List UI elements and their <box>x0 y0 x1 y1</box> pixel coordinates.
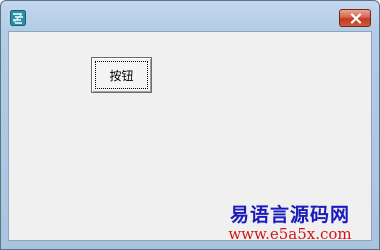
close-button[interactable] <box>339 9 371 27</box>
title-bar[interactable] <box>1 1 379 31</box>
watermark-title: 易语言源码网 <box>229 204 350 226</box>
push-button[interactable]: 按钮 <box>91 57 152 93</box>
close-icon <box>350 13 362 24</box>
button-label: 按钮 <box>109 68 134 83</box>
app-icon[interactable] <box>10 10 26 26</box>
watermark: 易语言源码网 www.e5a5x.com <box>210 204 370 243</box>
watermark-url: www.e5a5x.com <box>228 225 352 243</box>
